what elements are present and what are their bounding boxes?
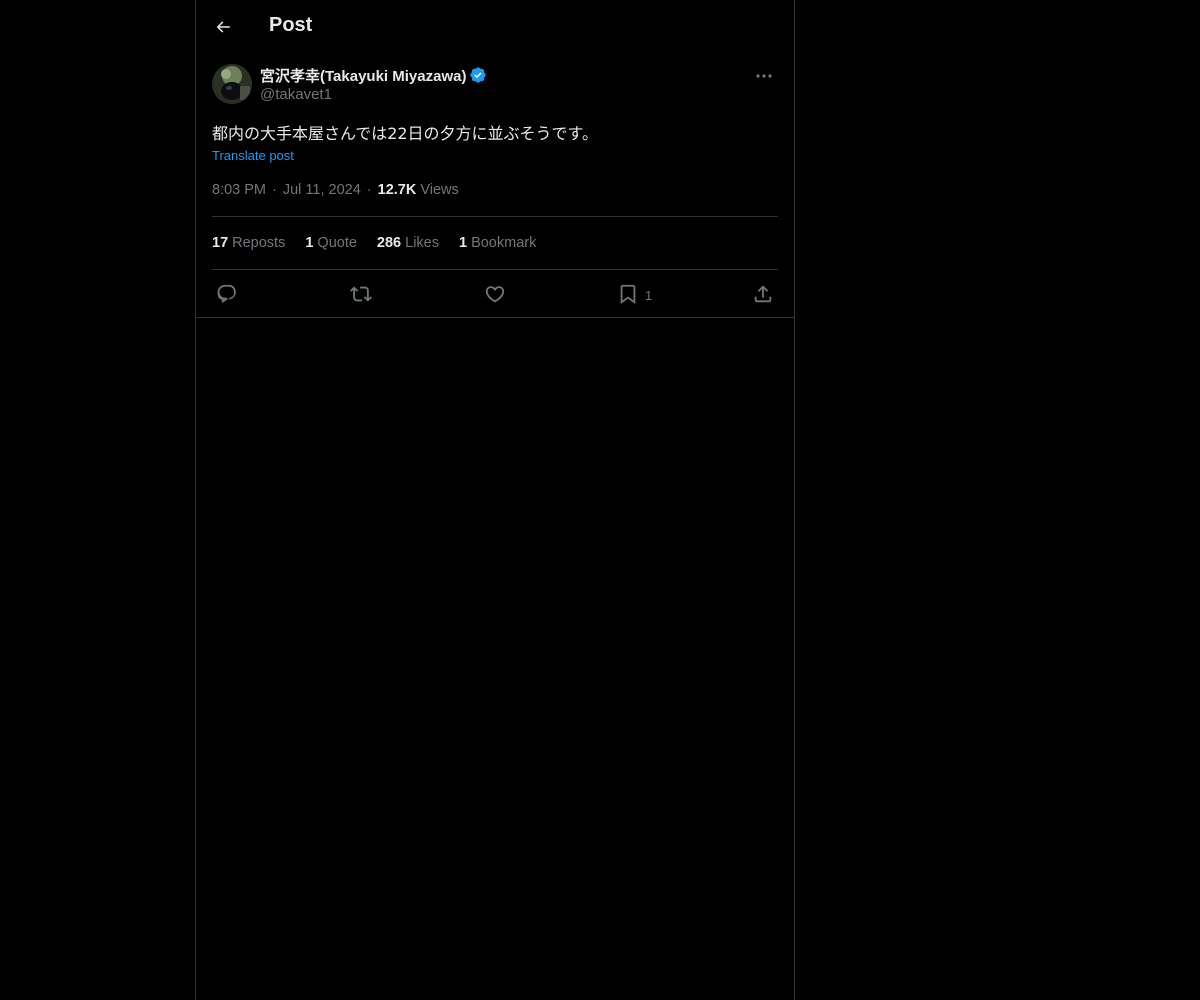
avatar[interactable] <box>212 64 252 104</box>
bookmarks-stat[interactable]: 1 Bookmark <box>459 235 536 251</box>
quotes-stat[interactable]: 1 Quote <box>305 235 357 251</box>
post-column: Post 宮沢孝幸(Takayuki Miyazawa) @takavet1 都… <box>195 0 795 1000</box>
tweet-meta: 8:03 PM · Jul 11, 2024 · 12.7K Views <box>212 182 459 198</box>
meta-separator: · <box>272 182 277 198</box>
tweet-text: 都内の大手本屋さんでは22日の夕方に並ぶそうです。 <box>212 124 598 143</box>
action-bar: 1 <box>212 280 778 308</box>
display-name[interactable]: 宮沢孝幸(Takayuki Miyazawa) <box>260 65 466 86</box>
reposts-count: 17 <box>212 235 229 251</box>
like-icon <box>485 286 505 303</box>
engagement-stats: 17 Reposts 1 Quote 286 Likes 1 Bookmark <box>212 235 556 251</box>
views-count: 12.7K <box>377 182 417 198</box>
more-icon <box>756 74 772 78</box>
share-icon <box>754 285 772 303</box>
quotes-label: Quote <box>317 235 357 251</box>
likes-label: Likes <box>405 235 439 251</box>
back-button[interactable] <box>206 10 240 44</box>
back-arrow-icon <box>216 21 230 33</box>
quotes-count: 1 <box>305 235 314 251</box>
display-name-row: 宮沢孝幸(Takayuki Miyazawa) <box>260 64 487 86</box>
bookmarks-count: 1 <box>458 235 468 251</box>
tweet-date[interactable]: Jul 11, 2024 <box>283 182 361 198</box>
author-info: 宮沢孝幸(Takayuki Miyazawa) @takavet1 <box>260 64 487 103</box>
bookmarks-label: Bookmark <box>471 235 537 251</box>
tweet-bottom-border <box>196 317 794 318</box>
meta-separator: · <box>366 182 372 198</box>
reposts-stat[interactable]: 17 Reposts <box>212 235 285 251</box>
page-title: Post <box>269 14 313 36</box>
bookmark-button[interactable]: 1 <box>617 280 652 308</box>
avatar-image <box>212 64 252 104</box>
repost-icon <box>350 286 372 302</box>
bookmark-icon <box>620 284 636 305</box>
likes-count: 286 <box>376 235 402 251</box>
handle[interactable]: @takavet1 <box>260 86 487 103</box>
post-header: Post <box>196 0 794 54</box>
reposts-label: Reposts <box>232 235 286 251</box>
more-options-button[interactable] <box>750 66 778 86</box>
translate-post-link[interactable]: Translate post <box>212 148 294 163</box>
divider <box>212 269 778 270</box>
share-button[interactable] <box>752 280 774 308</box>
tweet-time[interactable]: 8:03 PM <box>212 182 266 198</box>
verified-badge-icon <box>469 66 487 84</box>
reply-button[interactable] <box>216 280 238 308</box>
reply-icon <box>217 284 236 304</box>
repost-button[interactable] <box>350 280 372 308</box>
like-button[interactable] <box>484 280 506 308</box>
bookmark-action-count: 1 <box>645 288 653 303</box>
views-label: Views <box>420 182 459 198</box>
likes-stat[interactable]: 286 Likes <box>377 235 439 251</box>
divider <box>212 216 778 217</box>
